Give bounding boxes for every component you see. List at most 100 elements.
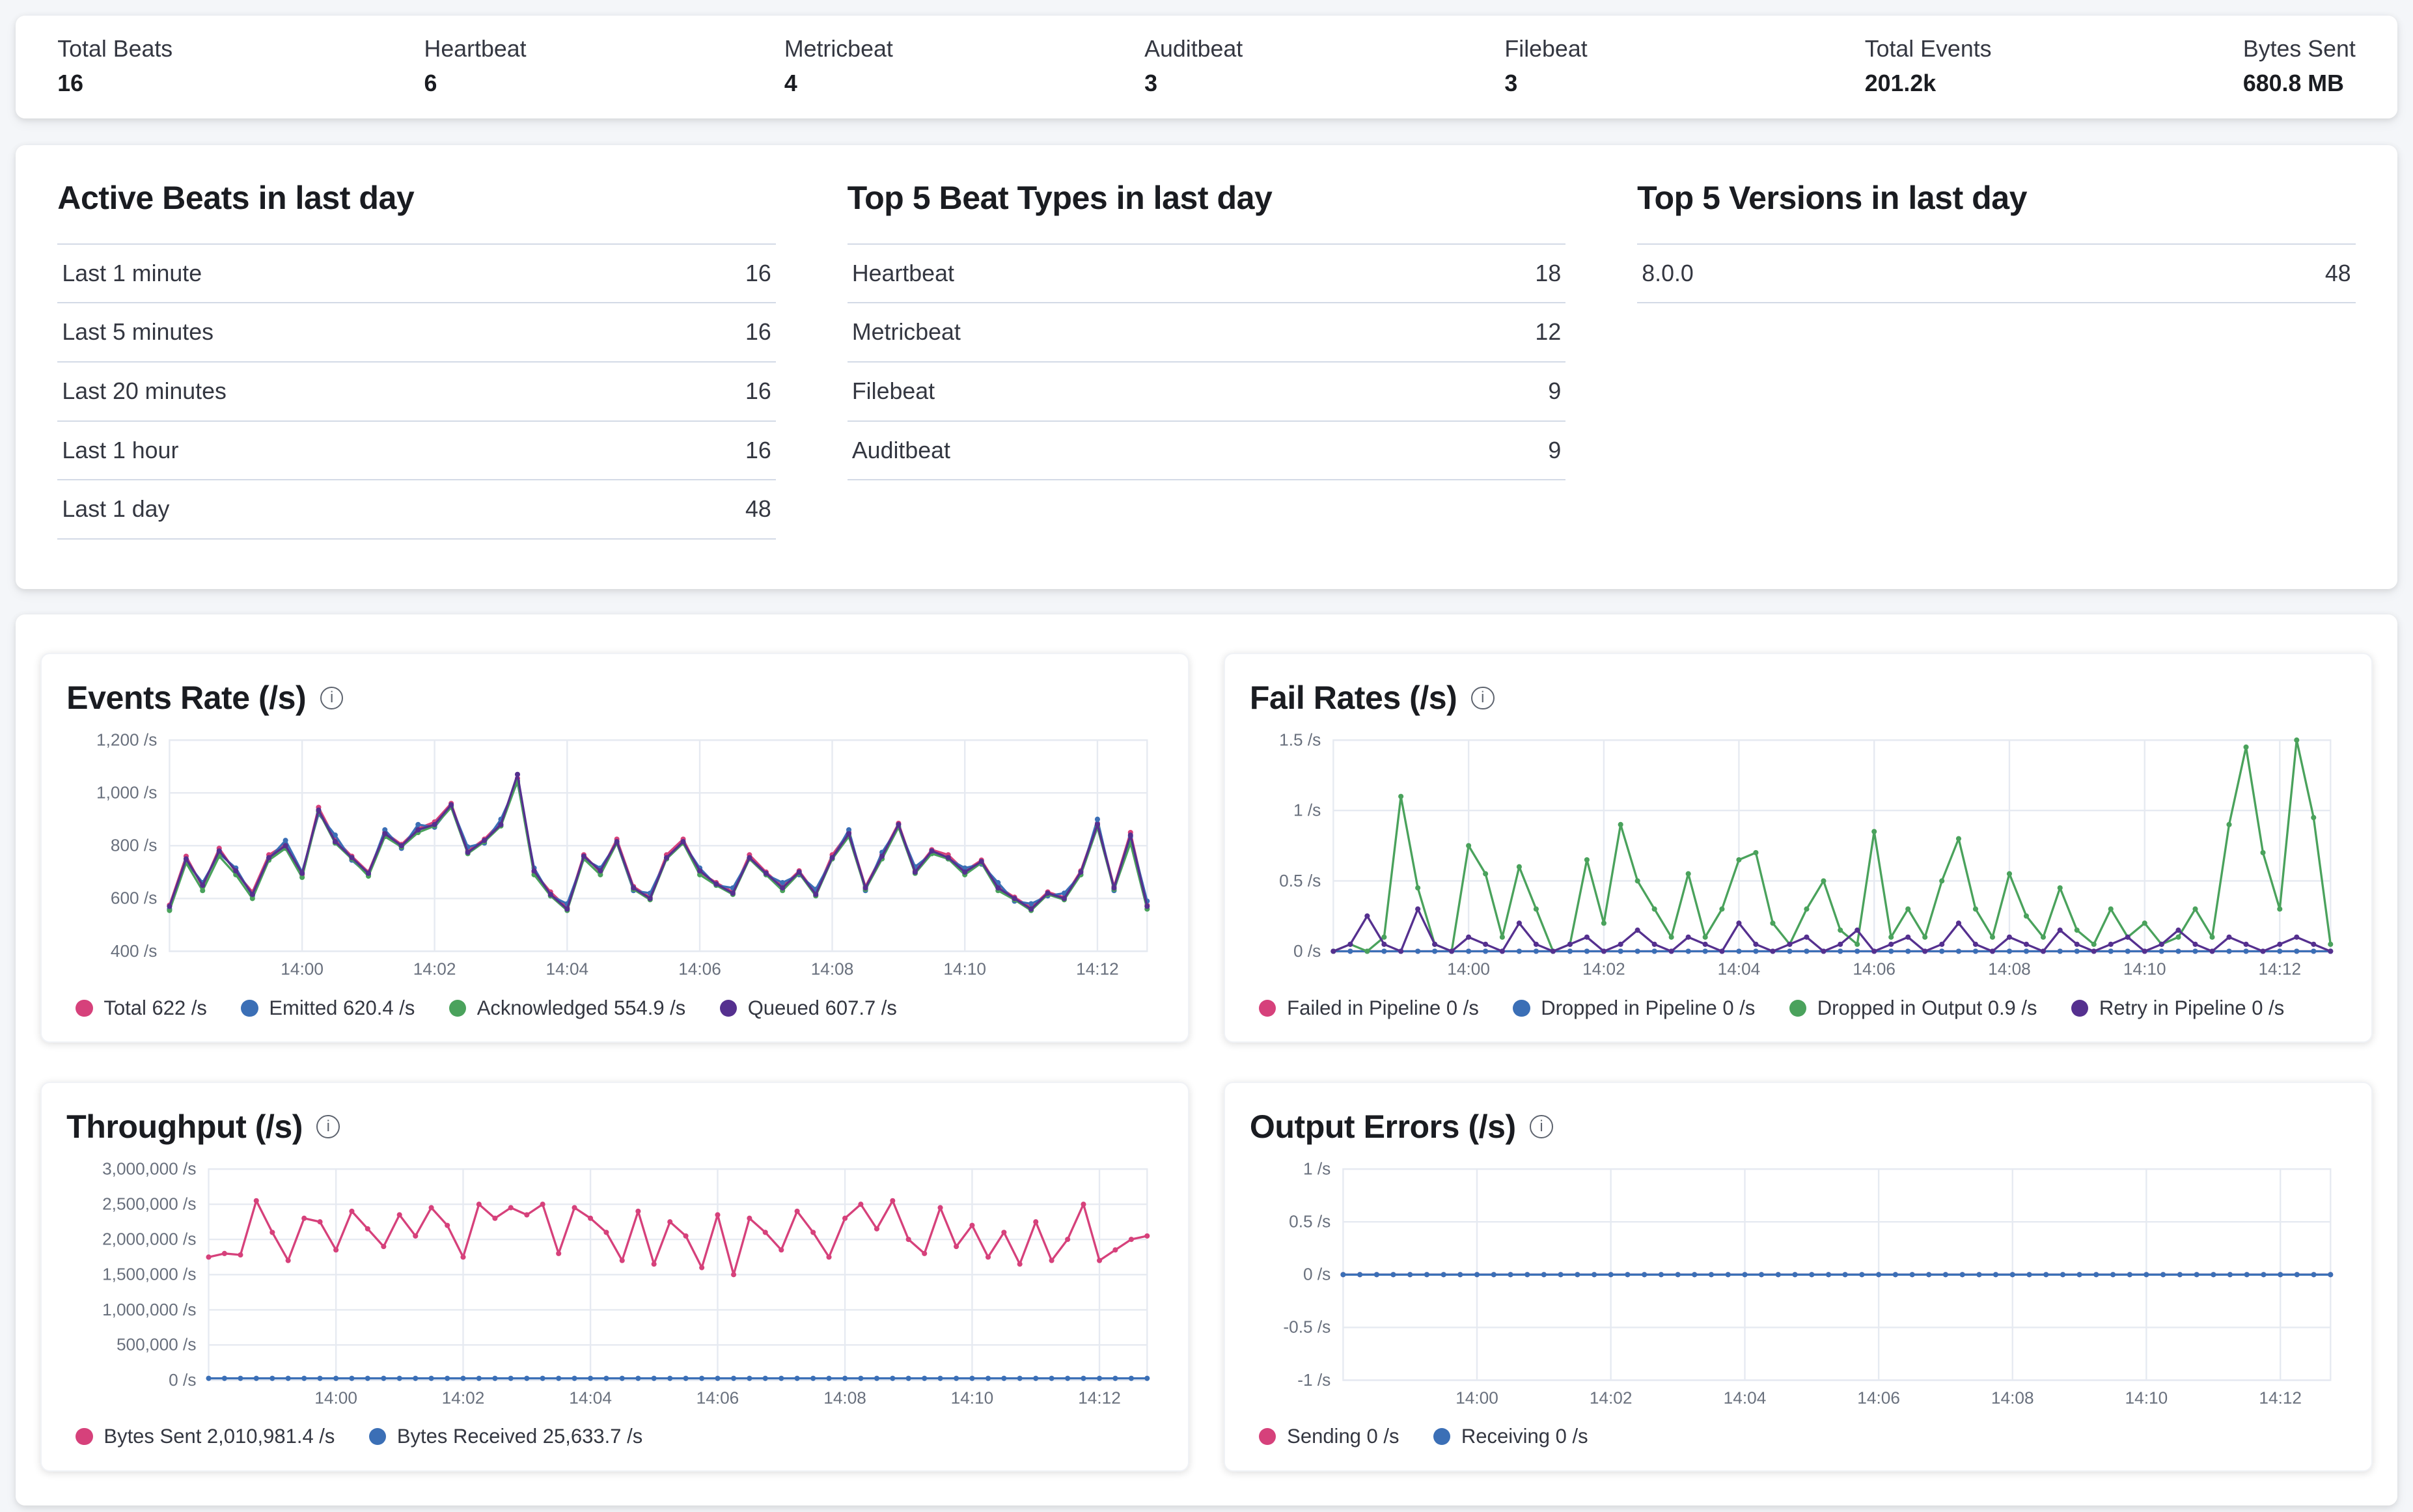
- chart-card-events-rate: Events Rate (/s) i 1,200 /s1,000 /s800 /…: [40, 653, 1189, 1043]
- stat-value: 3: [1504, 70, 1613, 97]
- chart-legend: Bytes Sent 2,010,981.4 /s Bytes Received…: [66, 1417, 1163, 1459]
- legend-label: Bytes Sent 2,010,981.4 /s: [103, 1425, 335, 1448]
- row-value: 16: [745, 437, 771, 464]
- svg-text:1,000 /s: 1,000 /s: [96, 783, 157, 803]
- fail-rates-chart: 1.5 /s1 /s0.5 /s0 /s14:0014:0214:0414:06…: [1250, 728, 2346, 989]
- chart-legend: Sending 0 /s Receiving 0 /s: [1250, 1417, 2347, 1459]
- legend-item: Queued 607.7 /s: [720, 997, 897, 1020]
- table-row: Last 20 minutes 16: [57, 361, 776, 420]
- info-icon[interactable]: i: [320, 687, 344, 710]
- row-value: 16: [745, 260, 771, 287]
- legend-item: Bytes Received 25,633.7 /s: [369, 1425, 642, 1448]
- output-errors-chart: 1 /s0.5 /s0 /s-0.5 /s-1 /s14:0014:0214:0…: [1250, 1157, 2346, 1418]
- svg-text:14:08: 14:08: [811, 959, 854, 978]
- legend-label: Receiving 0 /s: [1461, 1425, 1588, 1448]
- table-row: Auditbeat 9: [848, 420, 1566, 480]
- svg-text:400 /s: 400 /s: [111, 941, 157, 961]
- table-row: Last 1 day 48: [57, 479, 776, 538]
- table-title: Active Beats in last day: [57, 179, 776, 217]
- row-label: Last 5 minutes: [62, 319, 214, 346]
- svg-text:14:10: 14:10: [951, 1388, 994, 1407]
- legend-label: Emitted 620.4 /s: [269, 997, 415, 1020]
- row-label: Auditbeat: [852, 437, 950, 464]
- svg-text:1 /s: 1 /s: [1293, 801, 1321, 820]
- svg-text:-0.5 /s: -0.5 /s: [1283, 1317, 1331, 1336]
- legend-item: Bytes Sent 2,010,981.4 /s: [76, 1425, 335, 1448]
- table-row: Last 1 hour 16: [57, 420, 776, 480]
- legend-item: Retry in Pipeline 0 /s: [2071, 997, 2284, 1020]
- stat-label: Metricbeat: [784, 36, 893, 62]
- legend-dot: [1259, 1000, 1276, 1017]
- row-value: 18: [1535, 260, 1561, 287]
- svg-text:0 /s: 0 /s: [1293, 941, 1321, 961]
- svg-text:14:08: 14:08: [1988, 959, 2031, 978]
- row-label: Heartbeat: [852, 260, 954, 287]
- table-body: Heartbeat 18 Metricbeat 12 Filebeat 9 Au…: [848, 243, 1566, 481]
- legend-dot: [449, 1000, 466, 1017]
- svg-text:2,000,000 /s: 2,000,000 /s: [102, 1229, 196, 1248]
- legend-label: Bytes Received 25,633.7 /s: [397, 1425, 642, 1448]
- svg-text:14:12: 14:12: [1078, 1388, 1121, 1407]
- svg-text:0.5 /s: 0.5 /s: [1279, 871, 1321, 890]
- svg-text:1,200 /s: 1,200 /s: [96, 730, 157, 750]
- row-value: 9: [1548, 437, 1561, 464]
- stat-filebeat: Filebeat 3: [1504, 36, 1613, 97]
- table-top-beat-types: Top 5 Beat Types in last day Heartbeat 1…: [848, 179, 1566, 540]
- info-icon[interactable]: i: [316, 1115, 340, 1138]
- chart-header: Throughput (/s) i: [66, 1108, 1163, 1146]
- row-value: 16: [745, 378, 771, 405]
- stat-label: Filebeat: [1504, 36, 1613, 62]
- svg-text:14:12: 14:12: [1076, 959, 1119, 978]
- svg-text:0 /s: 0 /s: [1303, 1264, 1331, 1284]
- stat-auditbeat: Auditbeat 3: [1144, 36, 1253, 97]
- stat-value: 680.8 MB: [2243, 70, 2356, 97]
- table-row: Metricbeat 12: [848, 302, 1566, 361]
- svg-text:14:00: 14:00: [1447, 959, 1490, 978]
- svg-text:14:10: 14:10: [2125, 1388, 2168, 1407]
- legend-item: Acknowledged 554.9 /s: [449, 997, 685, 1020]
- legend-label: Dropped in Pipeline 0 /s: [1541, 997, 1755, 1020]
- info-icon[interactable]: i: [1530, 1115, 1553, 1138]
- stat-value: 3: [1144, 70, 1253, 97]
- legend-dot: [1789, 1000, 1806, 1017]
- legend-dot: [76, 1000, 92, 1017]
- chart-title: Throughput (/s): [66, 1108, 303, 1146]
- svg-text:500,000 /s: 500,000 /s: [117, 1334, 196, 1354]
- beats-tables-panel: Active Beats in last day Last 1 minute 1…: [16, 145, 2397, 590]
- table-row: Heartbeat 18: [848, 243, 1566, 303]
- svg-text:0.5 /s: 0.5 /s: [1289, 1211, 1331, 1231]
- legend-label: Acknowledged 554.9 /s: [477, 997, 686, 1020]
- svg-text:14:02: 14:02: [1590, 1388, 1633, 1407]
- chart-legend: Failed in Pipeline 0 /s Dropped in Pipel…: [1250, 989, 2347, 1031]
- stat-metricbeat: Metricbeat 4: [784, 36, 893, 97]
- legend-item: Total 622 /s: [76, 997, 206, 1020]
- chart-header: Output Errors (/s) i: [1250, 1108, 2347, 1146]
- chart-title: Fail Rates (/s): [1250, 679, 1457, 717]
- stat-label: Bytes Sent: [2243, 36, 2356, 62]
- chart-card-output-errors: Output Errors (/s) i 1 /s0.5 /s0 /s-0.5 …: [1224, 1082, 2373, 1472]
- svg-text:14:08: 14:08: [1991, 1388, 2034, 1407]
- stat-label: Total Events: [1865, 36, 1992, 62]
- svg-text:14:12: 14:12: [2258, 959, 2301, 978]
- stat-label: Heartbeat: [424, 36, 533, 62]
- legend-item: Sending 0 /s: [1259, 1425, 1399, 1448]
- svg-text:600 /s: 600 /s: [111, 888, 157, 908]
- table-active-beats: Active Beats in last day Last 1 minute 1…: [57, 179, 776, 540]
- legend-label: Dropped in Output 0.9 /s: [1817, 997, 2037, 1020]
- info-icon[interactable]: i: [1471, 687, 1495, 710]
- svg-text:14:10: 14:10: [2123, 959, 2166, 978]
- svg-text:14:06: 14:06: [1853, 959, 1896, 978]
- throughput-chart: 3,000,000 /s2,500,000 /s2,000,000 /s1,50…: [66, 1157, 1163, 1418]
- table-title: Top 5 Versions in last day: [1637, 179, 2356, 217]
- row-label: Metricbeat: [852, 319, 961, 346]
- svg-text:0 /s: 0 /s: [169, 1369, 196, 1389]
- table-row: Last 1 minute 16: [57, 243, 776, 303]
- legend-dot: [241, 1000, 258, 1017]
- svg-text:14:04: 14:04: [1718, 959, 1761, 978]
- legend-label: Failed in Pipeline 0 /s: [1287, 997, 1479, 1020]
- svg-text:14:08: 14:08: [823, 1388, 866, 1407]
- svg-text:14:02: 14:02: [442, 1388, 485, 1407]
- chart-header: Fail Rates (/s) i: [1250, 679, 2347, 717]
- svg-text:3,000,000 /s: 3,000,000 /s: [102, 1159, 196, 1178]
- svg-text:14:02: 14:02: [1582, 959, 1625, 978]
